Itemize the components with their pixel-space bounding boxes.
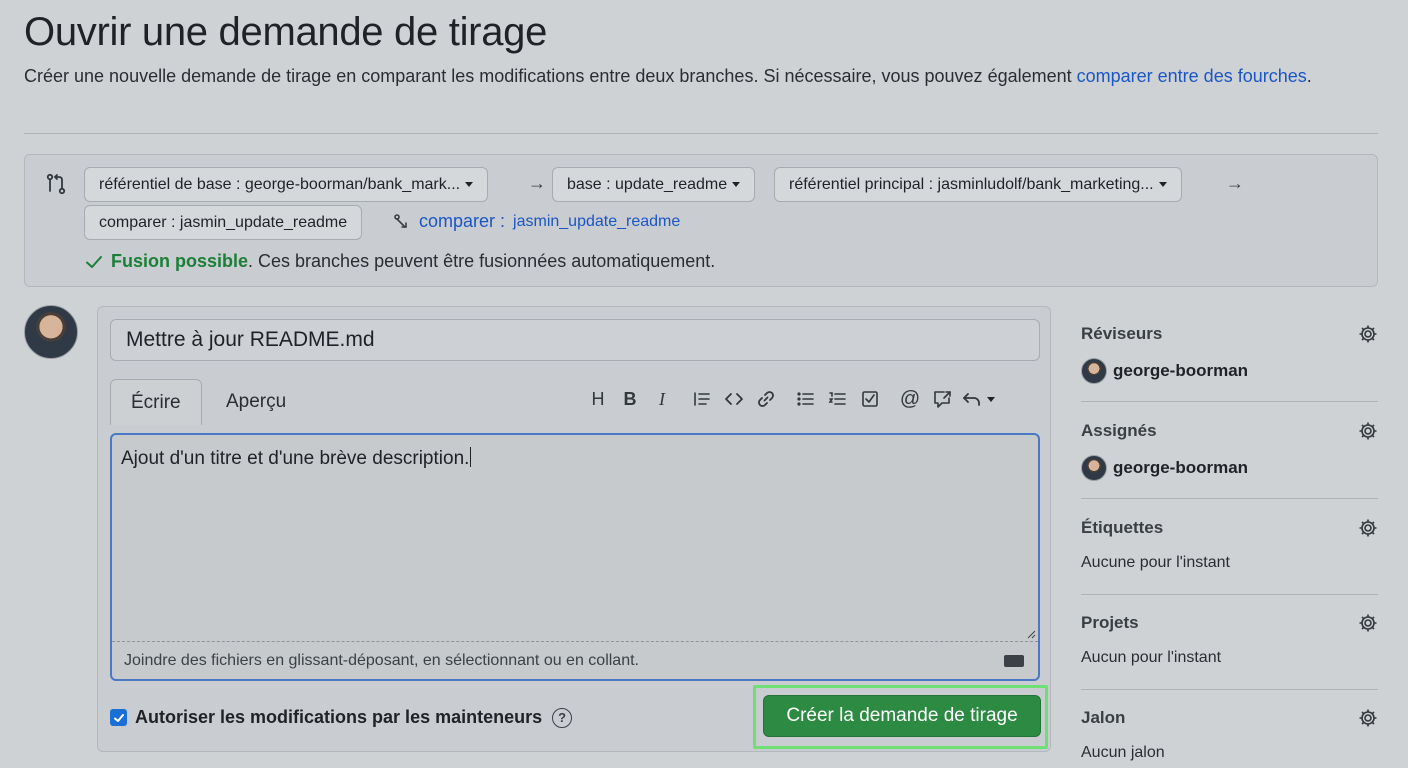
numbered-list-icon[interactable] [822,385,854,413]
labels-heading: Étiquettes [1081,518,1164,537]
link-icon[interactable] [750,385,782,413]
projects-heading: Projets [1081,613,1139,632]
create-pull-request-button[interactable]: Créer la demande de tirage [763,695,1041,737]
compare-link-label: comparer : [419,211,506,231]
compare-link[interactable]: comparer : jasmin_update_readme [393,211,680,232]
check-icon [86,255,102,268]
code-icon[interactable] [718,385,750,413]
allow-edits-label: Autoriser les modifications par les main… [135,707,543,727]
assignee-name: george-boorman [1113,458,1249,477]
chevron-down-icon [465,182,474,188]
assignees-heading: Assignés [1081,421,1157,440]
compare-link-value: jasmin_update_readme [513,212,681,230]
allow-maintainer-edits: Autoriser les modifications par les main… [110,707,573,728]
italic-icon[interactable]: I [646,385,678,413]
reviewer-avatar [1081,358,1107,384]
merge-ok-label: Fusion possible [111,251,249,271]
compare-branch-select[interactable]: comparer : jasmin_update_readme [84,205,363,240]
assignee-entry[interactable]: george-boorman [1081,455,1248,481]
chevron-down-icon [1158,182,1167,188]
labels-value: Aucune pour l'instant [1081,554,1230,571]
checkmark-icon [113,713,124,722]
markdown-icon [1004,655,1024,667]
pr-body-textarea[interactable]: Ajout d'un titre et d'une brève descript… [110,433,1040,681]
compare-forks-link[interactable]: comparer entre des fourches [1077,66,1307,86]
gear-icon[interactable] [1358,518,1378,538]
markdown-toolbar: H B I @ [582,385,998,413]
section-divider [1081,498,1378,499]
pr-body-text: Ajout d'un titre et d'une brève descript… [121,448,470,469]
pr-title-input[interactable] [110,319,1040,361]
milestone-value: Aucun jalon [1081,744,1165,761]
projects-value: Aucun pour l'instant [1081,649,1222,666]
gear-icon[interactable] [1358,421,1378,441]
assignee-avatar [1081,455,1107,481]
base-branch-label: base : update_readme [567,176,728,193]
allow-edits-checkbox[interactable] [110,709,127,726]
create-button-highlight: Créer la demande de tirage [753,685,1048,749]
arrow-right-icon: → [1226,173,1244,193]
page-subtitle: Créer une nouvelle demande de tirage en … [24,62,1354,90]
heading-glyph: H [591,388,605,409]
milestone-heading: Jalon [1081,708,1126,727]
mention-glyph: @ [899,387,921,410]
attach-files-bar[interactable]: Joindre des fichiers en glissant-déposan… [112,641,1038,679]
reviewers-heading: Réviseurs [1081,324,1163,343]
reviewer-name: george-boorman [1113,361,1249,380]
compare-branch-label: comparer : jasmin_update_readme [99,214,348,231]
tab-preview[interactable]: Aperçu [206,379,306,425]
git-compare-icon [46,173,66,195]
heading-icon[interactable]: H [582,385,614,413]
quote-icon[interactable] [686,385,718,413]
tab-write[interactable]: Écrire [110,379,202,425]
subtitle-text: Créer une nouvelle demande de tirage en … [24,66,1077,86]
resize-handle-icon[interactable] [1026,629,1036,639]
help-icon[interactable]: ? [552,707,573,728]
page-title: Ouvrir une demande de tirage [24,10,548,54]
bullet-list-icon[interactable] [790,385,822,413]
undo-icon[interactable] [958,385,998,413]
italic-glyph: I [659,388,665,409]
compare-arrows-icon [394,213,407,228]
mention-icon[interactable]: @ [894,385,926,413]
gear-icon[interactable] [1358,613,1378,633]
head-repo-label: référentiel principal : jasminludolf/ban… [789,176,1154,193]
header-divider [24,133,1378,134]
section-divider [1081,689,1378,690]
base-branch-select[interactable]: base : update_readme [552,167,756,202]
bold-glyph: B [623,388,637,409]
attach-files-text: Joindre des fichiers en glissant-déposan… [124,652,639,669]
arrow-right-icon: → [528,173,546,193]
reviewer-entry[interactable]: george-boorman [1081,358,1248,384]
pr-form: Écrire Aperçu H B I @ [97,306,1051,752]
merge-status: Fusion possible . Ces branches peuvent ê… [85,251,715,272]
section-divider [1081,401,1378,402]
bold-icon[interactable]: B [614,385,646,413]
compare-panel: référentiel de base : george-boorman/ban… [24,154,1378,287]
page: Ouvrir une demande de tirage Créer une n… [0,0,1408,768]
section-divider [1081,594,1378,595]
author-avatar [24,305,78,359]
base-repo-label: référentiel de base : george-boorman/ban… [99,176,461,193]
reference-icon[interactable] [926,385,958,413]
gear-icon[interactable] [1358,708,1378,728]
merge-status-text: . Ces branches peuvent être fusionnées a… [248,251,716,271]
chevron-down-icon [732,182,741,188]
gear-icon[interactable] [1358,324,1378,344]
subtitle-end: . [1306,66,1312,86]
chevron-down-icon [986,396,995,402]
task-list-icon[interactable] [854,385,886,413]
base-repo-select[interactable]: référentiel de base : george-boorman/ban… [84,167,489,202]
head-repo-select[interactable]: référentiel principal : jasminludolf/ban… [774,167,1182,202]
